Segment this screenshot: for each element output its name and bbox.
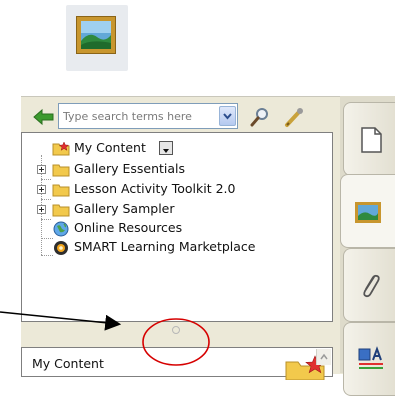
chevron-down-icon xyxy=(223,113,232,120)
tab-page-sorter[interactable] xyxy=(343,102,395,176)
tab-attachments[interactable] xyxy=(343,248,395,322)
gallery-tree: My Content Gallery Essentials Lesson Act… xyxy=(21,132,333,322)
expand-icon[interactable] xyxy=(37,185,46,194)
edit-icon[interactable] xyxy=(283,106,305,128)
back-arrow-icon[interactable] xyxy=(33,108,55,126)
tree-item-my-content[interactable]: My Content xyxy=(22,139,222,159)
tab-properties[interactable] xyxy=(343,322,395,396)
tab-gallery[interactable] xyxy=(340,174,395,248)
folder-icon xyxy=(52,164,70,177)
tree-item-label: Gallery Essentials xyxy=(74,161,186,176)
my-content-menu-button[interactable] xyxy=(159,141,173,155)
splitter-handle-icon[interactable] xyxy=(172,326,180,334)
scroll-up-button[interactable] xyxy=(316,349,331,365)
expand-icon[interactable] xyxy=(37,205,46,214)
search-box[interactable] xyxy=(58,103,238,129)
tree-item-label: Online Resources xyxy=(74,220,183,235)
tree-item-online-resources[interactable]: Online Resources xyxy=(22,219,222,239)
page-icon xyxy=(361,127,382,153)
tree-item-label: Lesson Activity Toolkit 2.0 xyxy=(74,181,236,196)
pane-splitter[interactable] xyxy=(21,322,333,342)
tree-item-gallery-sampler[interactable]: Gallery Sampler xyxy=(22,200,222,220)
tree-item-lesson-activity-toolkit[interactable]: Lesson Activity Toolkit 2.0 xyxy=(22,180,262,200)
search-icon[interactable] xyxy=(249,106,271,128)
tree-item-gallery-essentials[interactable]: Gallery Essentials xyxy=(22,160,222,180)
my-content-folder-icon xyxy=(52,141,70,156)
tree-item-label: Gallery Sampler xyxy=(74,201,175,216)
content-preview-title: My Content xyxy=(32,356,104,371)
folder-icon xyxy=(52,204,70,217)
properties-icon xyxy=(358,346,383,369)
tree-item-label: My Content xyxy=(74,140,146,155)
globe-icon xyxy=(53,221,69,237)
expand-icon[interactable] xyxy=(37,165,46,174)
picture-icon xyxy=(355,202,381,223)
gallery-picture-icon xyxy=(66,5,128,71)
tree-item-label: SMART Learning Marketplace xyxy=(74,239,256,254)
search-dropdown-button[interactable] xyxy=(219,106,236,126)
tree-item-smart-learning-marketplace[interactable]: SMART Learning Marketplace xyxy=(22,238,312,258)
chevron-up-icon xyxy=(320,353,328,360)
paperclip-icon xyxy=(363,274,380,298)
caret-down-icon xyxy=(163,149,169,153)
folder-icon xyxy=(52,184,70,197)
search-input[interactable] xyxy=(63,108,213,124)
side-tabs xyxy=(340,96,395,396)
marketplace-icon xyxy=(54,241,68,255)
